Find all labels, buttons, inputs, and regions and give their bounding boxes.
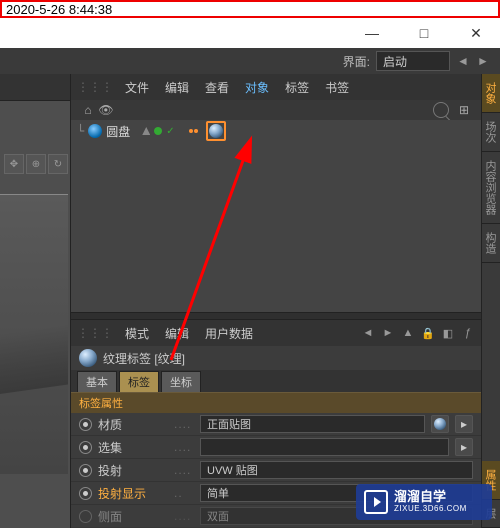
- menu-file[interactable]: 文件: [119, 79, 155, 96]
- app-body: ✥ ⊕ ↻ ⋮⋮⋮ 文件 编辑 查看 对象 标签 书签 ⌂ 👁 ⊞ └ 圆盘: [0, 74, 500, 528]
- prop-material-value[interactable]: 正面贴图: [200, 415, 425, 433]
- radio-icon[interactable]: [79, 464, 92, 477]
- right-tabs-upper: 对象 场次 内容浏览器 构造 属性 层: [481, 74, 500, 528]
- expand-icon[interactable]: ⊞: [457, 103, 471, 117]
- viewport-3d[interactable]: [0, 194, 68, 474]
- texture-tag-icon: [209, 124, 223, 138]
- tab-tag[interactable]: 标签: [119, 371, 159, 392]
- material-preview-button[interactable]: [431, 415, 449, 433]
- prop-projection-label: 投射: [98, 462, 168, 479]
- prop-projection-value[interactable]: UVW 贴图: [200, 461, 473, 479]
- prop-selection-row: 选集 .... ▸: [71, 436, 481, 459]
- prop-side-label: 侧面: [98, 508, 168, 525]
- attribute-title: 纹理标签 [纹理]: [103, 350, 185, 367]
- texture-tag-selected[interactable]: [206, 121, 226, 141]
- new-window-icon[interactable]: ◧: [441, 326, 455, 340]
- menu-tags[interactable]: 标签: [279, 79, 315, 96]
- attribute-nav-icons: ◄ ► ▲ 🔒 ◧ ƒ: [361, 326, 475, 340]
- material-arrow-button[interactable]: ▸: [455, 415, 473, 433]
- menu-object[interactable]: 对象: [239, 79, 275, 96]
- section-header: 标签属性: [71, 392, 481, 413]
- attribute-header: 纹理标签 [纹理]: [71, 346, 481, 370]
- selection-arrow-button[interactable]: ▸: [455, 438, 473, 456]
- search-icon[interactable]: [433, 102, 449, 118]
- tab-coord[interactable]: 坐标: [161, 371, 201, 392]
- object-name[interactable]: 圆盘: [106, 123, 130, 140]
- visibility-dot-icon[interactable]: [154, 127, 162, 135]
- nav-up-icon[interactable]: ▲: [401, 326, 415, 340]
- prop-material-row: 材质 .... 正面贴图 ▸: [71, 413, 481, 436]
- tab-base[interactable]: 基本: [77, 371, 117, 392]
- lock-icon[interactable]: 🔒: [421, 326, 435, 340]
- rtab-structure[interactable]: 构造: [482, 224, 500, 263]
- nav-move-icon[interactable]: ✥: [4, 154, 24, 174]
- watermark: 溜溜自学 ZIXUE.3D66.COM: [356, 484, 492, 520]
- disc-object-icon: [88, 124, 102, 138]
- layout-dropdown[interactable]: 启动: [376, 51, 450, 71]
- prop-selection-value[interactable]: [200, 438, 449, 456]
- nav-rotate-icon[interactable]: ↻: [48, 154, 68, 174]
- radio-icon[interactable]: [79, 510, 92, 523]
- prop-display-label: 投射显示: [98, 485, 168, 502]
- dots-icon: ....: [174, 417, 194, 431]
- chevron-right-icon[interactable]: ►: [476, 54, 490, 68]
- minimize-button[interactable]: —: [356, 25, 388, 41]
- nav-fwd-icon[interactable]: ►: [381, 326, 395, 340]
- dots-icon: ....: [174, 463, 194, 477]
- grip-icon[interactable]: ⋮⋮⋮: [77, 326, 113, 340]
- nav-zoom-icon[interactable]: ⊕: [26, 154, 46, 174]
- timestamp-text: 2020-5-26 8:44:38: [6, 2, 112, 17]
- watermark-url: ZIXUE.3D66.COM: [394, 505, 467, 514]
- function-icon[interactable]: ƒ: [461, 326, 475, 340]
- rtab-object[interactable]: 对象: [482, 74, 500, 113]
- layer-icon[interactable]: [142, 127, 150, 135]
- object-manager-menu: ⋮⋮⋮ 文件 编辑 查看 对象 标签 书签: [71, 74, 481, 100]
- nav-back-icon[interactable]: ◄: [361, 326, 375, 340]
- grip-icon[interactable]: ⋮⋮⋮: [77, 80, 113, 94]
- viewport-toolbar: [0, 74, 70, 101]
- main-panels: ⋮⋮⋮ 文件 编辑 查看 对象 标签 书签 ⌂ 👁 ⊞ └ 圆盘 ✓: [71, 74, 481, 528]
- object-manager-toolbar: ⌂ 👁 ⊞: [71, 100, 481, 120]
- tree-line: └: [77, 124, 84, 138]
- eye-icon[interactable]: 👁: [99, 103, 113, 117]
- viewport-nav-icons: ✥ ⊕ ↻: [4, 154, 68, 174]
- panel-resize-handle[interactable]: [71, 312, 481, 320]
- texture-icon: [79, 349, 97, 367]
- rtab-browser[interactable]: 内容浏览器: [482, 152, 500, 224]
- prop-projection-row: 投射 .... UVW 贴图: [71, 459, 481, 482]
- dots-icon: ....: [174, 509, 194, 523]
- rtab-takes[interactable]: 场次: [482, 113, 500, 152]
- close-button[interactable]: ✕: [460, 25, 492, 42]
- check-icon[interactable]: ✓: [166, 126, 176, 136]
- play-icon: [364, 490, 388, 514]
- dots-icon: ....: [174, 440, 194, 454]
- object-manager-tree[interactable]: └ 圆盘 ✓: [71, 120, 481, 312]
- menu-mode[interactable]: 模式: [119, 325, 155, 342]
- menu-edit2[interactable]: 编辑: [159, 325, 195, 342]
- object-row[interactable]: └ 圆盘 ✓: [71, 120, 481, 142]
- sphere-icon: [434, 418, 446, 430]
- dots-icon: ..: [174, 486, 194, 500]
- menu-userdata[interactable]: 用户数据: [199, 325, 259, 342]
- prop-material-label: 材质: [98, 416, 168, 433]
- prop-selection-label: 选集: [98, 439, 168, 456]
- phong-tag-icon[interactable]: [186, 124, 200, 138]
- radio-icon[interactable]: [79, 441, 92, 454]
- layout-bar: 界面: 启动 ◄ ►: [0, 48, 500, 74]
- radio-icon[interactable]: [79, 418, 92, 431]
- menu-edit[interactable]: 编辑: [159, 79, 195, 96]
- layout-label: 界面:: [343, 53, 370, 70]
- attribute-tabs: 基本 标签 坐标: [71, 370, 481, 392]
- menu-view[interactable]: 查看: [199, 79, 235, 96]
- timestamp-bar: 2020-5-26 8:44:38: [0, 0, 500, 18]
- menu-bookmarks[interactable]: 书签: [319, 79, 355, 96]
- window-titlebar: — □ ✕: [0, 18, 500, 48]
- radio-icon[interactable]: [79, 487, 92, 500]
- viewport-panel: ✥ ⊕ ↻: [0, 74, 71, 528]
- maximize-button[interactable]: □: [408, 25, 440, 41]
- home-icon[interactable]: ⌂: [81, 103, 95, 117]
- chevron-left-icon[interactable]: ◄: [456, 54, 470, 68]
- watermark-title: 溜溜自学: [394, 490, 467, 504]
- attribute-manager-menu: ⋮⋮⋮ 模式 编辑 用户数据 ◄ ► ▲ 🔒 ◧ ƒ: [71, 320, 481, 346]
